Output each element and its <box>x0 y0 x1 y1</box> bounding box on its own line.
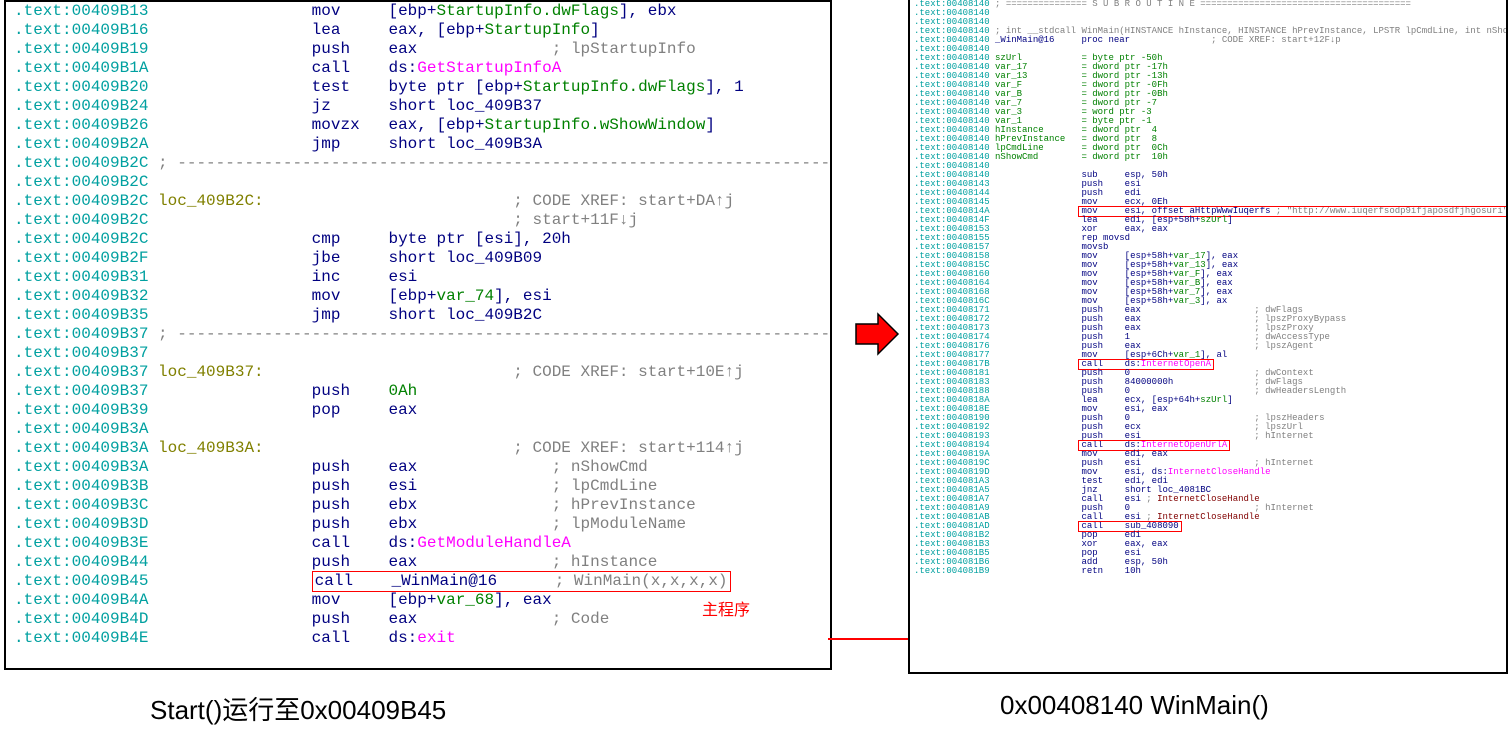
disasm-line: .text:004081B9 retn 10h <box>910 567 1506 576</box>
disasm-line: .text:00409B44 push eax ; hInstance <box>6 553 830 572</box>
left-disassembly-panel[interactable]: .text:00409B13 mov [ebp+StartupInfo.dwFl… <box>4 0 832 670</box>
disasm-line: .text:00409B20 test byte ptr [ebp+Startu… <box>6 78 830 97</box>
disasm-line: .text:00409B1A call ds:GetStartupInfoA <box>6 59 830 78</box>
disasm-line: .text:00408140 ; =============== S U B R… <box>910 0 1506 9</box>
disasm-line: .text:00409B3E call ds:GetModuleHandleA <box>6 534 830 553</box>
disasm-line: .text:00409B2C loc_409B2C: ; CODE XREF: … <box>6 192 830 211</box>
right-disassembly-panel[interactable]: .text:00408140 ; =============== S U B R… <box>908 0 1508 674</box>
var-decl: .text:00408140 nShowCmd = dword ptr 10h <box>910 153 1506 162</box>
left-caption: Start()运行至0x00409B45 <box>150 690 446 727</box>
disasm-line: .text:00409B37 push 0Ah <box>6 382 830 401</box>
disasm-line: .text:00409B13 mov [ebp+StartupInfo.dwFl… <box>6 2 830 21</box>
disasm-line: .text:00409B2A jmp short loc_409B3A <box>6 135 830 154</box>
disasm-line: .text:00409B35 jmp short loc_409B2C <box>6 306 830 325</box>
disasm-line: .text:00409B2F jbe short loc_409B09 <box>6 249 830 268</box>
disasm-line: .text:00409B37 <box>6 344 830 363</box>
disasm-line: .text:00409B19 push eax ; lpStartupInfo <box>6 40 830 59</box>
disasm-line: .text:00409B24 jz short loc_409B37 <box>6 97 830 116</box>
disasm-line: .text:00409B3D push ebx ; lpModuleName <box>6 515 830 534</box>
disasm-line: .text:00409B3A <box>6 420 830 439</box>
right-caption: 0x00408140 WinMain() <box>1000 690 1269 721</box>
disasm-line: .text:00408140 <box>910 9 1506 18</box>
disasm-line: .text:00409B3B push esi ; lpCmdLine <box>6 477 830 496</box>
disasm-line: .text:00409B45 call _WinMain@16 ; WinMai… <box>6 572 830 591</box>
annotation-main-program: 主程序 <box>702 596 750 620</box>
disasm-line: .text:00409B2C ; -----------------------… <box>6 154 830 173</box>
disasm-line: .text:00409B3A loc_409B3A: ; CODE XREF: … <box>6 439 830 458</box>
disasm-line: .text:00409B37 ; -----------------------… <box>6 325 830 344</box>
disasm-line: .text:00409B31 inc esi <box>6 268 830 287</box>
disasm-line: .text:00409B4E call ds:exit <box>6 629 830 648</box>
divider-line <box>828 638 908 640</box>
disasm-line: .text:00408140 _WinMain@16 proc near ; C… <box>910 36 1506 45</box>
disasm-line: .text:00409B2C cmp byte ptr [esi], 20h <box>6 230 830 249</box>
disasm-line: .text:00409B2C ; start+11F↓j <box>6 211 830 230</box>
disasm-line: .text:00409B26 movzx eax, [ebp+StartupIn… <box>6 116 830 135</box>
arrow-icon <box>852 310 900 358</box>
disasm-line: .text:00409B2C <box>6 173 830 192</box>
disasm-line: .text:00409B37 loc_409B37: ; CODE XREF: … <box>6 363 830 382</box>
disasm-line: .text:00409B32 mov [ebp+var_74], esi <box>6 287 830 306</box>
disasm-line: .text:00409B39 pop eax <box>6 401 830 420</box>
disasm-line: .text:00409B3A push eax ; nShowCmd <box>6 458 830 477</box>
disasm-line: .text:00409B3C push ebx ; hPrevInstance <box>6 496 830 515</box>
disasm-line: .text:00409B16 lea eax, [ebp+StartupInfo… <box>6 21 830 40</box>
